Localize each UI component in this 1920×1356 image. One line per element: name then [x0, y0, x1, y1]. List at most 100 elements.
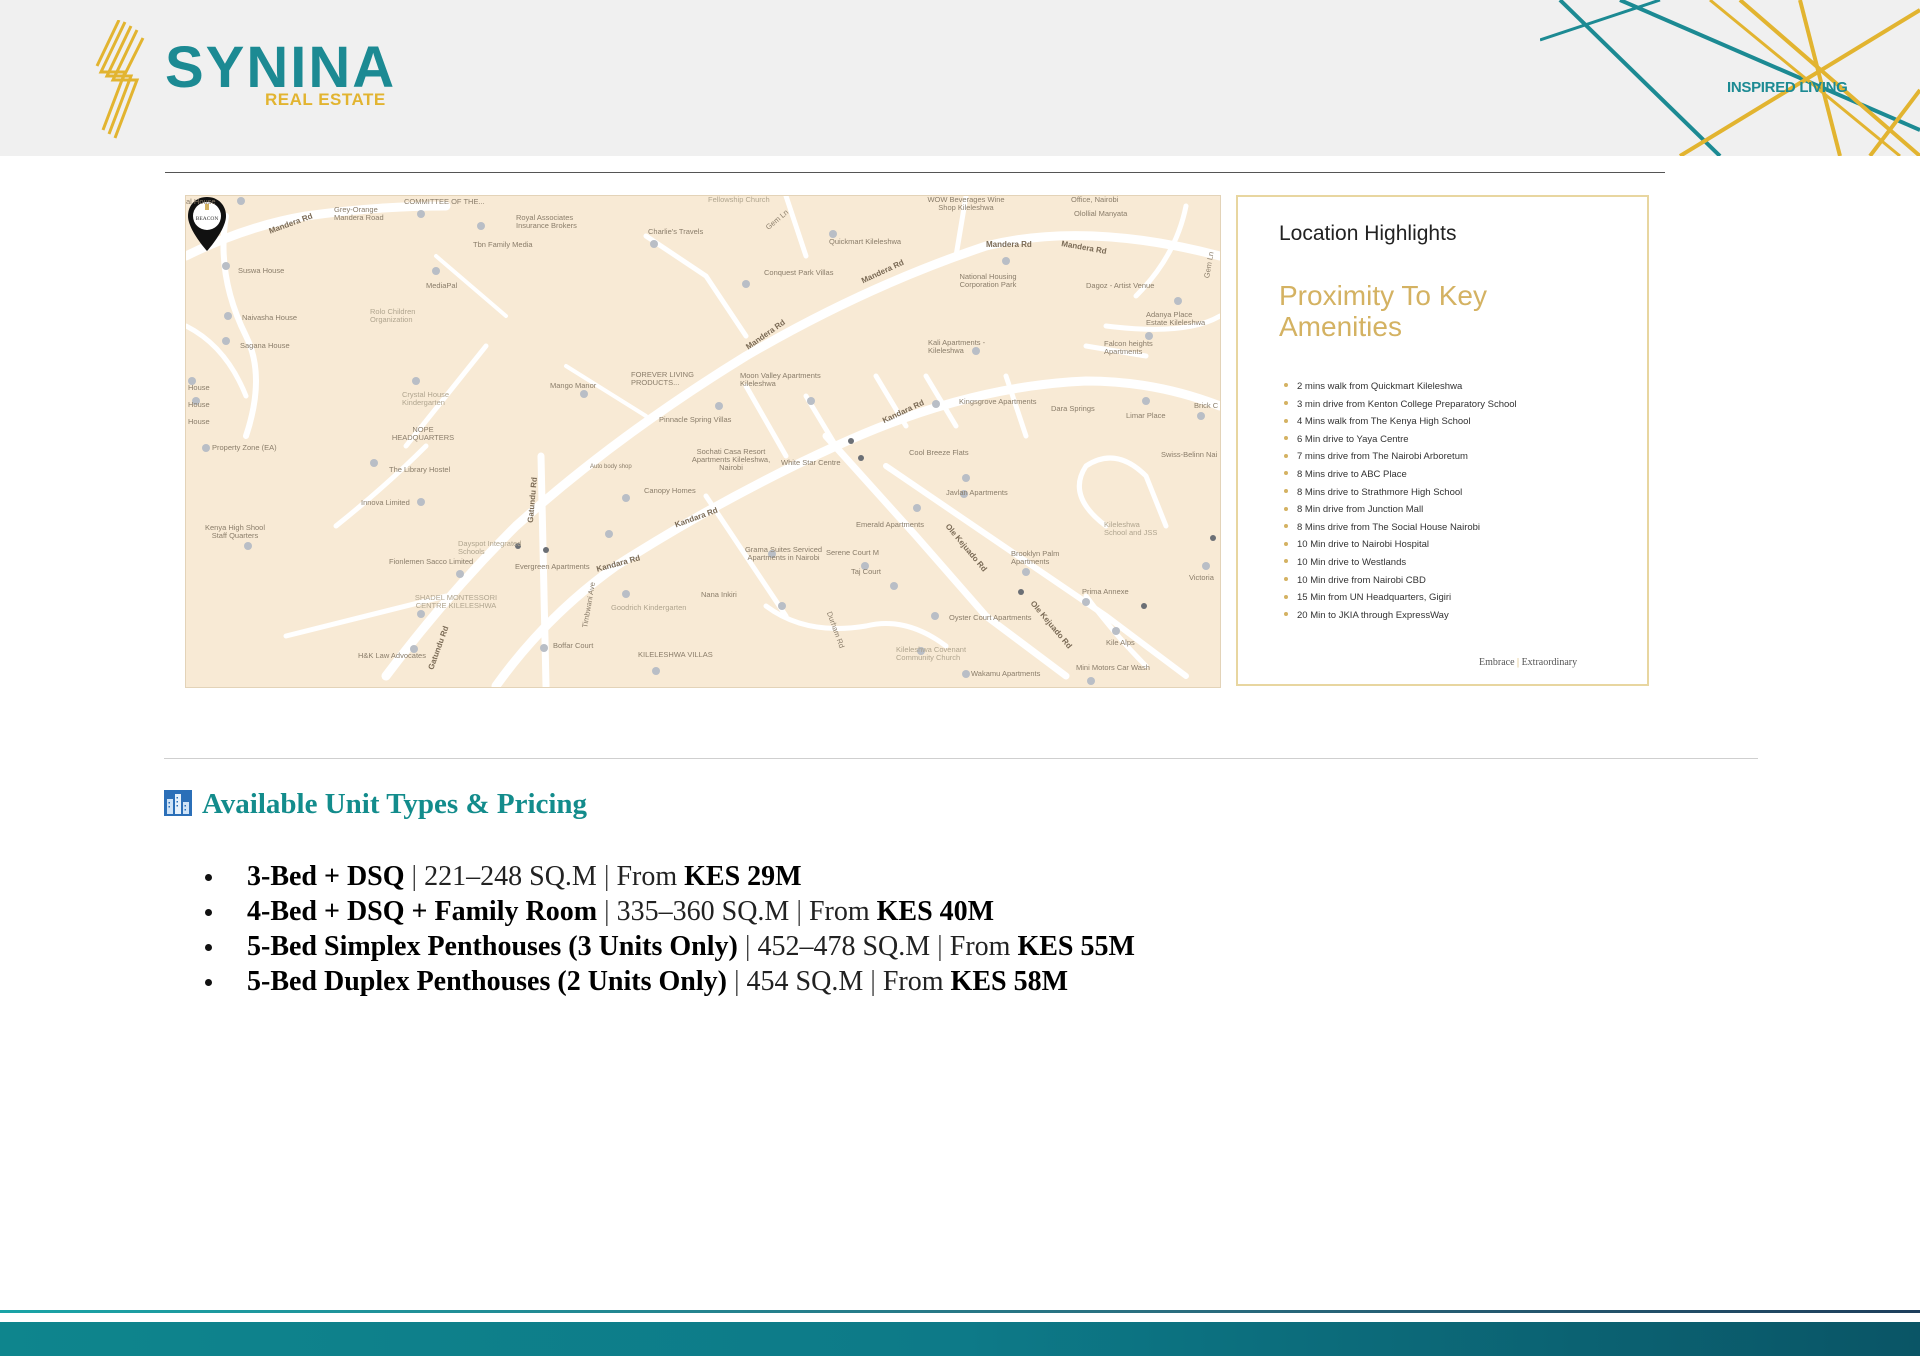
map-label: Crystal House Kindergarten — [402, 390, 450, 407]
amenity-item: 7 mins drive from The Nairobi Arboretum — [1284, 448, 1517, 466]
map-label: Brick C — [1194, 401, 1219, 410]
map-label: Mango Manor — [550, 381, 597, 390]
unit-price: KES 58M — [950, 966, 1069, 997]
map-label: Sochati Casa Resort Apartments Kileleshw… — [691, 447, 771, 472]
amenity-item: 8 Mins drive from The Social House Nairo… — [1284, 519, 1517, 537]
map-label: Royal Associates Insurance Brokers — [516, 213, 577, 230]
map-label: National Housing Corporation Park — [959, 272, 1017, 289]
map-label: Property Zone (EA) — [212, 443, 277, 452]
unit-name: 3-Bed + DSQ — [247, 861, 405, 892]
amenity-text: 3 min drive from Kenton College Preparat… — [1297, 398, 1517, 410]
unit-from: From — [882, 966, 944, 997]
map-label: Grama Suites Serviced Apartments in Nair… — [744, 545, 823, 562]
unit-price: KES 29M — [684, 861, 802, 892]
footer-left-text: Embrace — [1479, 657, 1515, 668]
amenity-text: 10 Min drive from Nairobi CBD — [1297, 574, 1426, 586]
map-label: al House — [186, 197, 216, 206]
brand-tagline: INSPIRED LIVING — [1727, 79, 1848, 96]
map-label: Taj Court — [851, 567, 882, 576]
map-label: Dayspot Integrated Schools — [458, 539, 522, 556]
footer-band — [0, 1322, 1920, 1356]
map-label: Swiss-Belinn Nai — [1161, 450, 1218, 459]
amenity-text: 7 mins drive from The Nairobi Arboretum — [1297, 451, 1468, 463]
bullet-icon — [1284, 383, 1288, 388]
footer-divider: | — [1517, 657, 1520, 668]
amenity-text: 4 Mins walk from The Kenya High School — [1297, 416, 1471, 428]
map-label: NOPE HEADQUARTERS — [391, 425, 455, 442]
header-decoration-lines — [1540, 0, 1920, 156]
unit-name: 5-Bed Duplex Penthouses (2 Units Only) — [247, 966, 727, 997]
page-header: SYNINA REAL ESTATE INSPIRED LIVING — [0, 0, 1920, 156]
map-label: Limar Place — [1126, 411, 1166, 420]
amenity-text: 10 Min drive to Westlands — [1297, 556, 1407, 568]
map-label: House — [188, 417, 210, 426]
map-label: Rolo Children Organization — [370, 307, 416, 324]
map-label: House — [188, 400, 210, 409]
map-label: SHADEL MONTESSORI CENTRE KILELESHWA — [414, 593, 498, 610]
bullet-icon — [1284, 418, 1288, 423]
panel-subtitle: Proximity To Key Amenities — [1279, 280, 1487, 342]
map-label: Victoria — [1189, 573, 1214, 582]
map-label: Conquest Park Villas — [764, 268, 834, 277]
unit-size: 221–248 SQ.M — [424, 861, 597, 892]
amenity-item: 6 Min drive to Yaya Centre — [1284, 431, 1517, 449]
amenity-text: 6 Min drive to Yaya Centre — [1297, 433, 1409, 445]
brand-name: SYNINA — [165, 35, 397, 100]
amenity-item: 2 mins walk from Quickmart Kileleshwa — [1284, 378, 1517, 396]
amenity-item: 15 Min from UN Headquarters, Gigiri — [1284, 589, 1517, 607]
bullet-icon — [1284, 594, 1288, 599]
amenity-text: 8 Mins drive from The Social House Nairo… — [1297, 521, 1481, 533]
map-label: Kenya High Shool Staff Quarters — [204, 523, 266, 540]
bullet-icon — [1284, 401, 1288, 406]
map-label: Evergreen Apartments — [515, 562, 590, 571]
map-label: Falcon heights Apartments — [1104, 339, 1153, 356]
unit-item: 4-Bed + DSQ + Family Room | 335–360 SQ.M… — [205, 894, 1135, 929]
top-divider — [165, 172, 1665, 173]
map-label: Prima Annexe — [1082, 587, 1129, 596]
brand-logo: SYNINA REAL ESTATE — [95, 20, 415, 140]
unit-from: From — [808, 896, 870, 927]
map-label: WOW Beverages Wine Shop Kileleshwa — [927, 195, 1005, 212]
buildings-icon — [164, 790, 192, 816]
unit-price: KES 40M — [876, 896, 995, 927]
map-label: Cool Breeze Flats — [909, 448, 969, 457]
bullet-icon — [205, 909, 212, 916]
map-label: Auto body shop — [590, 464, 632, 470]
unit-name: 4-Bed + DSQ + Family Room — [247, 896, 598, 927]
map-label: Fionlemen Sacco Limited — [389, 557, 474, 566]
logo-bolt-icon — [95, 20, 145, 139]
map-label: Serene Court M — [826, 548, 879, 557]
amenity-text: 15 Min from UN Headquarters, Gigiri — [1297, 592, 1452, 604]
unit-item: 5-Bed Duplex Penthouses (2 Units Only) |… — [205, 964, 1135, 999]
amenity-text: 10 Min drive to Nairobi Hospital — [1297, 539, 1430, 551]
map-label: Suswa House — [238, 266, 285, 275]
amenity-item: 10 Min drive to Westlands — [1284, 554, 1517, 572]
unit-size: 335–360 SQ.M — [616, 896, 790, 927]
map-label: Adanya Place Estate Kileleshwa — [1146, 310, 1206, 327]
map-label: Charlie's Travels — [648, 227, 704, 236]
bullet-icon — [1284, 489, 1288, 494]
unit-price: KES 55M — [1017, 931, 1135, 962]
map-label: H&K Law Advocates — [358, 651, 426, 660]
map-label: MediaPal — [426, 281, 458, 290]
map-label: White Star Centre — [781, 458, 841, 467]
map-label: Quickmart Kileleshwa — [829, 237, 902, 246]
map-label: Tbn Family Media — [473, 240, 533, 249]
map-label: Kingsgrove Apartments — [959, 397, 1037, 406]
amenity-text: 8 Min drive from Junction Mall — [1297, 504, 1424, 516]
map-label: Dara Springs — [1051, 404, 1095, 413]
map-label: Boffar Court — [553, 641, 594, 650]
map-label: Canopy Homes — [644, 486, 696, 495]
location-highlights-panel: Location Highlights Proximity To Key Ame… — [1236, 195, 1649, 686]
map-label: Office, Nairobi — [1071, 195, 1119, 204]
map-label: Moon Valley Apartments Kileleshwa — [740, 371, 821, 388]
unit-from: From — [949, 931, 1011, 962]
bullet-icon — [1284, 524, 1288, 529]
bullet-icon — [1284, 506, 1288, 511]
map-label: Grey-Orange Mandera Road — [334, 205, 384, 222]
map-label: Kali Apartments - Kileleshwa — [928, 338, 986, 355]
location-map[interactable]: BEACON Mandera Rd Mandera Rd Mandera Rd … — [185, 195, 1221, 688]
bullet-icon — [1284, 559, 1288, 564]
map-label: House — [188, 383, 210, 392]
map-roads — [186, 196, 1220, 687]
